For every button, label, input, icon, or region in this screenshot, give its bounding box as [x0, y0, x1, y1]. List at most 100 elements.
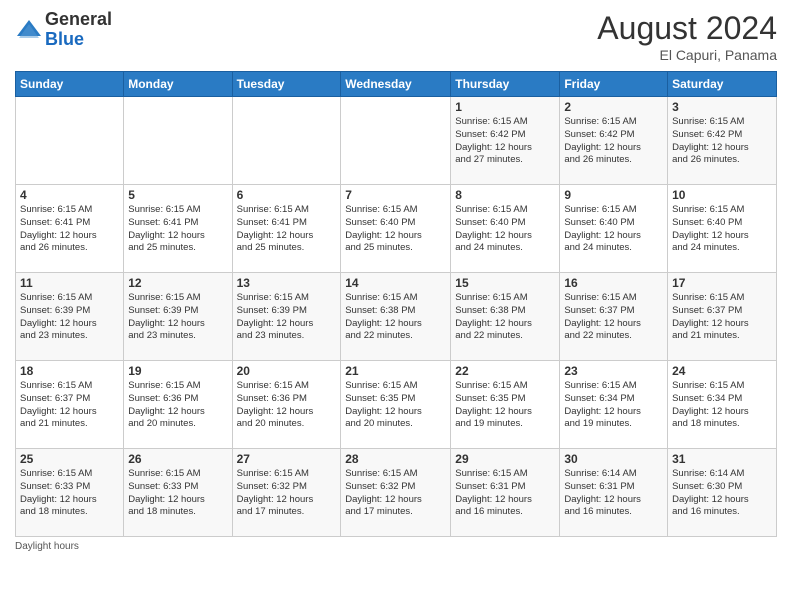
day-number: 3	[672, 100, 772, 114]
calendar-cell: 6Sunrise: 6:15 AM Sunset: 6:41 PM Daylig…	[232, 185, 341, 273]
calendar-header: SundayMondayTuesdayWednesdayThursdayFrid…	[16, 72, 777, 97]
day-info: Sunrise: 6:15 AM Sunset: 6:37 PM Dayligh…	[564, 292, 663, 343]
day-info: Sunrise: 6:15 AM Sunset: 6:39 PM Dayligh…	[237, 292, 337, 343]
day-info: Sunrise: 6:15 AM Sunset: 6:31 PM Dayligh…	[455, 468, 555, 519]
calendar-cell	[16, 97, 124, 185]
calendar-cell: 21Sunrise: 6:15 AM Sunset: 6:35 PM Dayli…	[341, 361, 451, 449]
calendar: SundayMondayTuesdayWednesdayThursdayFrid…	[15, 71, 777, 537]
calendar-cell: 19Sunrise: 6:15 AM Sunset: 6:36 PM Dayli…	[124, 361, 232, 449]
calendar-cell: 2 Sunrise: 6:15 AM Sunset: 6:42 PM Daylig…	[560, 97, 668, 185]
calendar-cell: 30 Sunrise: 6:14 AM Sunset: 6:31 PM Dayli…	[560, 449, 668, 537]
logo-text: General Blue	[45, 10, 112, 50]
day-number: 1	[455, 100, 555, 114]
calendar-cell: 12Sunrise: 6:15 AM Sunset: 6:39 PM Dayli…	[124, 273, 232, 361]
calendar-cell: 28 Sunrise: 6:15 AM Sunset: 6:32 PM Dayli…	[341, 449, 451, 537]
day-number: 9	[564, 188, 663, 202]
logo: General Blue	[15, 10, 112, 50]
calendar-cell: 20 Sunrise: 6:15 AM Sunset: 6:36 PM Dayli…	[232, 361, 341, 449]
day-number: 7	[345, 188, 446, 202]
day-info: Sunrise: 6:15 AM Sunset: 6:39 PM Dayligh…	[20, 292, 119, 343]
weekday-header: Wednesday	[341, 72, 451, 97]
day-number: 25	[20, 452, 119, 466]
calendar-cell: 29 Sunrise: 6:15 AM Sunset: 6:31 PM Dayli…	[451, 449, 560, 537]
day-info: Sunrise: 6:14 AM Sunset: 6:30 PM Dayligh…	[672, 468, 772, 519]
day-number: 13	[237, 276, 337, 290]
calendar-cell	[341, 97, 451, 185]
location: El Capuri, Panama	[597, 47, 777, 63]
day-number: 23	[564, 364, 663, 378]
day-info: Sunrise: 6:15 AM Sunset: 6:40 PM Dayligh…	[455, 204, 555, 255]
calendar-cell: 1Sunrise: 6:15 AM Sunset: 6:42 PM Daylig…	[451, 97, 560, 185]
day-number: 28	[345, 452, 446, 466]
day-number: 30	[564, 452, 663, 466]
day-number: 27	[237, 452, 337, 466]
day-number: 31	[672, 452, 772, 466]
calendar-cell: 25Sunrise: 6:15 AM Sunset: 6:33 PM Dayli…	[16, 449, 124, 537]
day-info: Sunrise: 6:15 AM Sunset: 6:42 PM Dayligh…	[564, 116, 663, 167]
day-info: Sunrise: 6:15 AM Sunset: 6:38 PM Dayligh…	[345, 292, 446, 343]
weekday-header: Tuesday	[232, 72, 341, 97]
calendar-week: 18 Sunrise: 6:15 AM Sunset: 6:37 PM Dayli…	[16, 361, 777, 449]
weekday-header: Sunday	[16, 72, 124, 97]
calendar-cell: 5 Sunrise: 6:15 AM Sunset: 6:41 PM Daylig…	[124, 185, 232, 273]
day-number: 17	[672, 276, 772, 290]
calendar-week: 25 Sunrise: 6:15 AM Sunset: 6:33 PM Dayli…	[16, 449, 777, 537]
day-info: Sunrise: 6:15 AM Sunset: 6:40 PM Dayligh…	[564, 204, 663, 255]
calendar-cell: 7Sunrise: 6:15 AM Sunset: 6:40 PM Daylig…	[341, 185, 451, 273]
day-number: 14	[345, 276, 446, 290]
day-number: 5	[128, 188, 227, 202]
calendar-cell: 24 Sunrise: 6:15 AM Sunset: 6:34 PM Dayli…	[668, 361, 777, 449]
day-number: 8	[455, 188, 555, 202]
day-number: 11	[20, 276, 119, 290]
day-number: 20	[237, 364, 337, 378]
calendar-week: 11 Sunrise: 6:15 AM Sunset: 6:39 PM Dayli…	[16, 273, 777, 361]
day-info: Sunrise: 6:15 AM Sunset: 6:37 PM Dayligh…	[20, 380, 119, 431]
calendar-cell: 23Sunrise: 6:15 AM Sunset: 6:34 PM Dayli…	[560, 361, 668, 449]
calendar-cell: 14 Sunrise: 6:15 AM Sunset: 6:38 PM Dayli…	[341, 273, 451, 361]
calendar-cell	[124, 97, 232, 185]
day-info: Sunrise: 6:15 AM Sunset: 6:32 PM Dayligh…	[345, 468, 446, 519]
day-info: Sunrise: 6:15 AM Sunset: 6:33 PM Dayligh…	[128, 468, 227, 519]
footer-note: Daylight hours	[15, 541, 777, 552]
day-info: Sunrise: 6:15 AM Sunset: 6:41 PM Dayligh…	[237, 204, 337, 255]
calendar-cell: 13 Sunrise: 6:15 AM Sunset: 6:39 PM Dayli…	[232, 273, 341, 361]
calendar-body: 1 Sunrise: 6:15 AM Sunset: 6:42 PM Daylig…	[16, 97, 777, 537]
weekday-header: Thursday	[451, 72, 560, 97]
weekday-header: Monday	[124, 72, 232, 97]
day-info: Sunrise: 6:15 AM Sunset: 6:35 PM Dayligh…	[345, 380, 446, 431]
calendar-cell: 26Sunrise: 6:15 AM Sunset: 6:33 PM Dayli…	[124, 449, 232, 537]
calendar-week: 1 Sunrise: 6:15 AM Sunset: 6:42 PM Daylig…	[16, 97, 777, 185]
day-info: Sunrise: 6:15 AM Sunset: 6:37 PM Dayligh…	[672, 292, 772, 343]
calendar-cell: 8 Sunrise: 6:15 AM Sunset: 6:40 PM Daylig…	[451, 185, 560, 273]
day-number: 29	[455, 452, 555, 466]
month-year: August 2024	[597, 10, 777, 47]
day-info: Sunrise: 6:15 AM Sunset: 6:34 PM Dayligh…	[672, 380, 772, 431]
day-number: 18	[20, 364, 119, 378]
weekday-row: SundayMondayTuesdayWednesdayThursdayFrid…	[16, 72, 777, 97]
day-info: Sunrise: 6:15 AM Sunset: 6:41 PM Dayligh…	[20, 204, 119, 255]
day-info: Sunrise: 6:14 AM Sunset: 6:31 PM Dayligh…	[564, 468, 663, 519]
day-number: 2	[564, 100, 663, 114]
calendar-week: 4Sunrise: 6:15 AM Sunset: 6:41 PM Daylig…	[16, 185, 777, 273]
day-info: Sunrise: 6:15 AM Sunset: 6:38 PM Dayligh…	[455, 292, 555, 343]
title-block: August 2024 El Capuri, Panama	[597, 10, 777, 63]
calendar-cell: 17 Sunrise: 6:15 AM Sunset: 6:37 PM Dayli…	[668, 273, 777, 361]
day-number: 22	[455, 364, 555, 378]
calendar-cell: 10Sunrise: 6:15 AM Sunset: 6:40 PM Dayli…	[668, 185, 777, 273]
day-number: 16	[564, 276, 663, 290]
day-number: 10	[672, 188, 772, 202]
header: General Blue August 2024 El Capuri, Pana…	[15, 10, 777, 63]
weekday-header: Saturday	[668, 72, 777, 97]
day-number: 15	[455, 276, 555, 290]
calendar-cell	[232, 97, 341, 185]
logo-icon	[15, 16, 43, 44]
day-info: Sunrise: 6:15 AM Sunset: 6:36 PM Dayligh…	[237, 380, 337, 431]
day-info: Sunrise: 6:15 AM Sunset: 6:35 PM Dayligh…	[455, 380, 555, 431]
calendar-cell: 16 Sunrise: 6:15 AM Sunset: 6:37 PM Dayli…	[560, 273, 668, 361]
day-number: 12	[128, 276, 227, 290]
calendar-cell: 27 Sunrise: 6:15 AM Sunset: 6:32 PM Dayli…	[232, 449, 341, 537]
day-number: 24	[672, 364, 772, 378]
day-info: Sunrise: 6:15 AM Sunset: 6:41 PM Dayligh…	[128, 204, 227, 255]
day-info: Sunrise: 6:15 AM Sunset: 6:36 PM Dayligh…	[128, 380, 227, 431]
day-info: Sunrise: 6:15 AM Sunset: 6:32 PM Dayligh…	[237, 468, 337, 519]
